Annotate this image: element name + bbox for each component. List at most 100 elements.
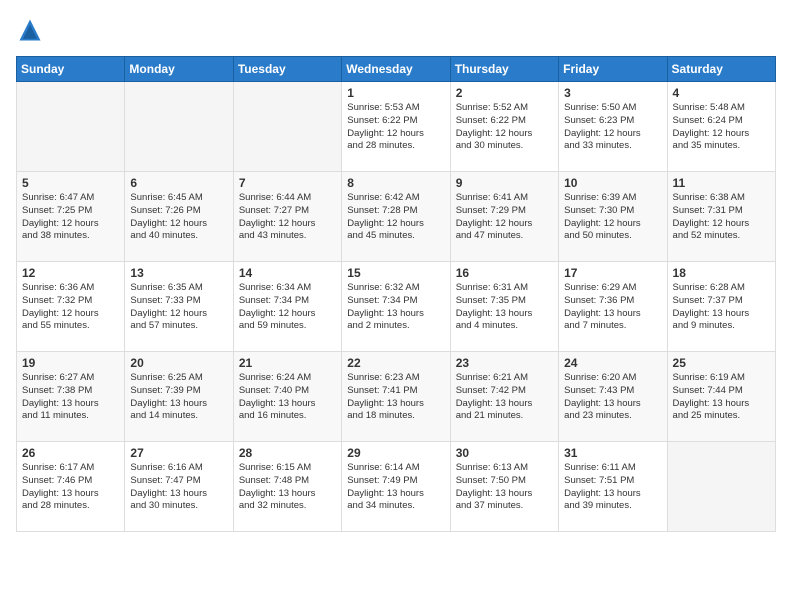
day-info: Sunrise: 6:20 AM Sunset: 7:43 PM Dayligh…	[564, 372, 661, 423]
day-number: 22	[347, 356, 444, 370]
day-number: 1	[347, 86, 444, 100]
calendar-cell: 10Sunrise: 6:39 AM Sunset: 7:30 PM Dayli…	[559, 172, 667, 262]
day-number: 4	[673, 86, 770, 100]
day-info: Sunrise: 5:53 AM Sunset: 6:22 PM Dayligh…	[347, 102, 444, 153]
calendar-cell: 12 Sunrise: 6:36 AM Sunset: 7:32 PM Dayli…	[17, 262, 125, 352]
day-info: Sunrise: 6:31 AM Sunset: 7:35 PM Dayligh…	[456, 282, 553, 333]
day-info: Sunrise: 6:29 AM Sunset: 7:36 PM Dayligh…	[564, 282, 661, 333]
day-number: 10	[564, 176, 661, 190]
calendar-cell	[667, 442, 775, 532]
day-number: 17	[564, 266, 661, 280]
day-number: 23	[456, 356, 553, 370]
calendar-cell: 23 Sunrise: 6:21 AM Sunset: 7:42 PM Dayli…	[450, 352, 558, 442]
day-info: Sunrise: 6:35 AM Sunset: 7:33 PM Dayligh…	[130, 282, 227, 333]
day-info: Sunrise: 6:14 AM Sunset: 7:49 PM Dayligh…	[347, 462, 444, 513]
day-info: Sunrise: 6:27 AM Sunset: 7:38 PM Dayligh…	[22, 372, 119, 423]
day-info: Sunrise: 6:32 AM Sunset: 7:34 PM Dayligh…	[347, 282, 444, 333]
weekday-header-saturday: Saturday	[667, 57, 775, 82]
day-number: 3	[564, 86, 661, 100]
day-info: Sunrise: 6:19 AM Sunset: 7:44 PM Dayligh…	[673, 372, 770, 423]
day-number: 7	[239, 176, 336, 190]
day-info: Sunrise: 6:23 AM Sunset: 7:41 PM Dayligh…	[347, 372, 444, 423]
calendar-cell: 27 Sunrise: 6:16 AM Sunset: 7:47 PM Dayli…	[125, 442, 233, 532]
day-number: 15	[347, 266, 444, 280]
weekday-header-friday: Friday	[559, 57, 667, 82]
calendar-cell: 13 Sunrise: 6:35 AM Sunset: 7:33 PM Dayli…	[125, 262, 233, 352]
calendar-cell: 30Sunrise: 6:13 AM Sunset: 7:50 PM Dayli…	[450, 442, 558, 532]
calendar-cell: 28 Sunrise: 6:15 AM Sunset: 7:48 PM Dayli…	[233, 442, 341, 532]
calendar-cell: 31 Sunrise: 6:11 AM Sunset: 7:51 PM Dayli…	[559, 442, 667, 532]
calendar-cell: 26 Sunrise: 6:17 AM Sunset: 7:46 PM Dayli…	[17, 442, 125, 532]
day-number: 30	[456, 446, 553, 460]
day-number: 26	[22, 446, 119, 460]
calendar-cell: 21 Sunrise: 6:24 AM Sunset: 7:40 PM Dayli…	[233, 352, 341, 442]
logo	[16, 16, 48, 44]
day-number: 28	[239, 446, 336, 460]
weekday-header-sunday: Sunday	[17, 57, 125, 82]
day-info: Sunrise: 6:11 AM Sunset: 7:51 PM Dayligh…	[564, 462, 661, 513]
day-info: Sunrise: 5:48 AM Sunset: 6:24 PM Dayligh…	[673, 102, 770, 153]
week-row-1: 1 Sunrise: 5:53 AM Sunset: 6:22 PM Daylig…	[17, 82, 776, 172]
day-info: Sunrise: 5:52 AM Sunset: 6:22 PM Dayligh…	[456, 102, 553, 153]
calendar-cell: 9 Sunrise: 6:41 AM Sunset: 7:29 PM Daylig…	[450, 172, 558, 262]
week-row-3: 12 Sunrise: 6:36 AM Sunset: 7:32 PM Dayli…	[17, 262, 776, 352]
calendar-cell: 11Sunrise: 6:38 AM Sunset: 7:31 PM Dayli…	[667, 172, 775, 262]
calendar-cell: 7 Sunrise: 6:44 AM Sunset: 7:27 PM Daylig…	[233, 172, 341, 262]
day-number: 12	[22, 266, 119, 280]
day-info: Sunrise: 6:15 AM Sunset: 7:48 PM Dayligh…	[239, 462, 336, 513]
day-number: 27	[130, 446, 227, 460]
calendar-cell: 29Sunrise: 6:14 AM Sunset: 7:49 PM Dayli…	[342, 442, 450, 532]
week-row-4: 19Sunrise: 6:27 AM Sunset: 7:38 PM Dayli…	[17, 352, 776, 442]
day-number: 8	[347, 176, 444, 190]
day-info: Sunrise: 6:41 AM Sunset: 7:29 PM Dayligh…	[456, 192, 553, 243]
day-number: 24	[564, 356, 661, 370]
day-number: 31	[564, 446, 661, 460]
day-number: 6	[130, 176, 227, 190]
weekday-header-monday: Monday	[125, 57, 233, 82]
calendar-header: SundayMondayTuesdayWednesdayThursdayFrid…	[17, 57, 776, 82]
calendar-cell: 22 Sunrise: 6:23 AM Sunset: 7:41 PM Dayli…	[342, 352, 450, 442]
day-info: Sunrise: 6:21 AM Sunset: 7:42 PM Dayligh…	[456, 372, 553, 423]
calendar-cell: 18 Sunrise: 6:28 AM Sunset: 7:37 PM Dayli…	[667, 262, 775, 352]
calendar-cell: 14 Sunrise: 6:34 AM Sunset: 7:34 PM Dayli…	[233, 262, 341, 352]
day-info: Sunrise: 6:38 AM Sunset: 7:31 PM Dayligh…	[673, 192, 770, 243]
day-info: Sunrise: 5:50 AM Sunset: 6:23 PM Dayligh…	[564, 102, 661, 153]
logo-icon	[16, 16, 44, 44]
calendar-cell: 25Sunrise: 6:19 AM Sunset: 7:44 PM Dayli…	[667, 352, 775, 442]
day-number: 14	[239, 266, 336, 280]
calendar-cell: 24 Sunrise: 6:20 AM Sunset: 7:43 PM Dayli…	[559, 352, 667, 442]
calendar-cell: 16Sunrise: 6:31 AM Sunset: 7:35 PM Dayli…	[450, 262, 558, 352]
day-info: Sunrise: 6:25 AM Sunset: 7:39 PM Dayligh…	[130, 372, 227, 423]
week-row-5: 26 Sunrise: 6:17 AM Sunset: 7:46 PM Dayli…	[17, 442, 776, 532]
day-info: Sunrise: 6:24 AM Sunset: 7:40 PM Dayligh…	[239, 372, 336, 423]
day-info: Sunrise: 6:16 AM Sunset: 7:47 PM Dayligh…	[130, 462, 227, 513]
day-number: 9	[456, 176, 553, 190]
day-info: Sunrise: 6:45 AM Sunset: 7:26 PM Dayligh…	[130, 192, 227, 243]
day-info: Sunrise: 6:44 AM Sunset: 7:27 PM Dayligh…	[239, 192, 336, 243]
day-number: 5	[22, 176, 119, 190]
day-info: Sunrise: 6:28 AM Sunset: 7:37 PM Dayligh…	[673, 282, 770, 333]
weekday-header-thursday: Thursday	[450, 57, 558, 82]
calendar-cell: 5Sunrise: 6:47 AM Sunset: 7:25 PM Daylig…	[17, 172, 125, 262]
page-header	[16, 16, 776, 44]
calendar-body: 1 Sunrise: 5:53 AM Sunset: 6:22 PM Daylig…	[17, 82, 776, 532]
day-info: Sunrise: 6:36 AM Sunset: 7:32 PM Dayligh…	[22, 282, 119, 333]
calendar-cell: 8Sunrise: 6:42 AM Sunset: 7:28 PM Daylig…	[342, 172, 450, 262]
calendar-cell	[17, 82, 125, 172]
calendar-cell: 6 Sunrise: 6:45 AM Sunset: 7:26 PM Daylig…	[125, 172, 233, 262]
day-number: 2	[456, 86, 553, 100]
calendar-cell: 1 Sunrise: 5:53 AM Sunset: 6:22 PM Daylig…	[342, 82, 450, 172]
day-number: 21	[239, 356, 336, 370]
calendar-cell: 15 Sunrise: 6:32 AM Sunset: 7:34 PM Dayli…	[342, 262, 450, 352]
day-number: 13	[130, 266, 227, 280]
weekday-header-wednesday: Wednesday	[342, 57, 450, 82]
day-number: 20	[130, 356, 227, 370]
weekday-header-tuesday: Tuesday	[233, 57, 341, 82]
calendar-cell: 4 Sunrise: 5:48 AM Sunset: 6:24 PM Daylig…	[667, 82, 775, 172]
day-number: 18	[673, 266, 770, 280]
calendar: SundayMondayTuesdayWednesdayThursdayFrid…	[16, 56, 776, 532]
calendar-cell: 17 Sunrise: 6:29 AM Sunset: 7:36 PM Dayli…	[559, 262, 667, 352]
day-info: Sunrise: 6:34 AM Sunset: 7:34 PM Dayligh…	[239, 282, 336, 333]
day-info: Sunrise: 6:17 AM Sunset: 7:46 PM Dayligh…	[22, 462, 119, 513]
calendar-cell	[125, 82, 233, 172]
